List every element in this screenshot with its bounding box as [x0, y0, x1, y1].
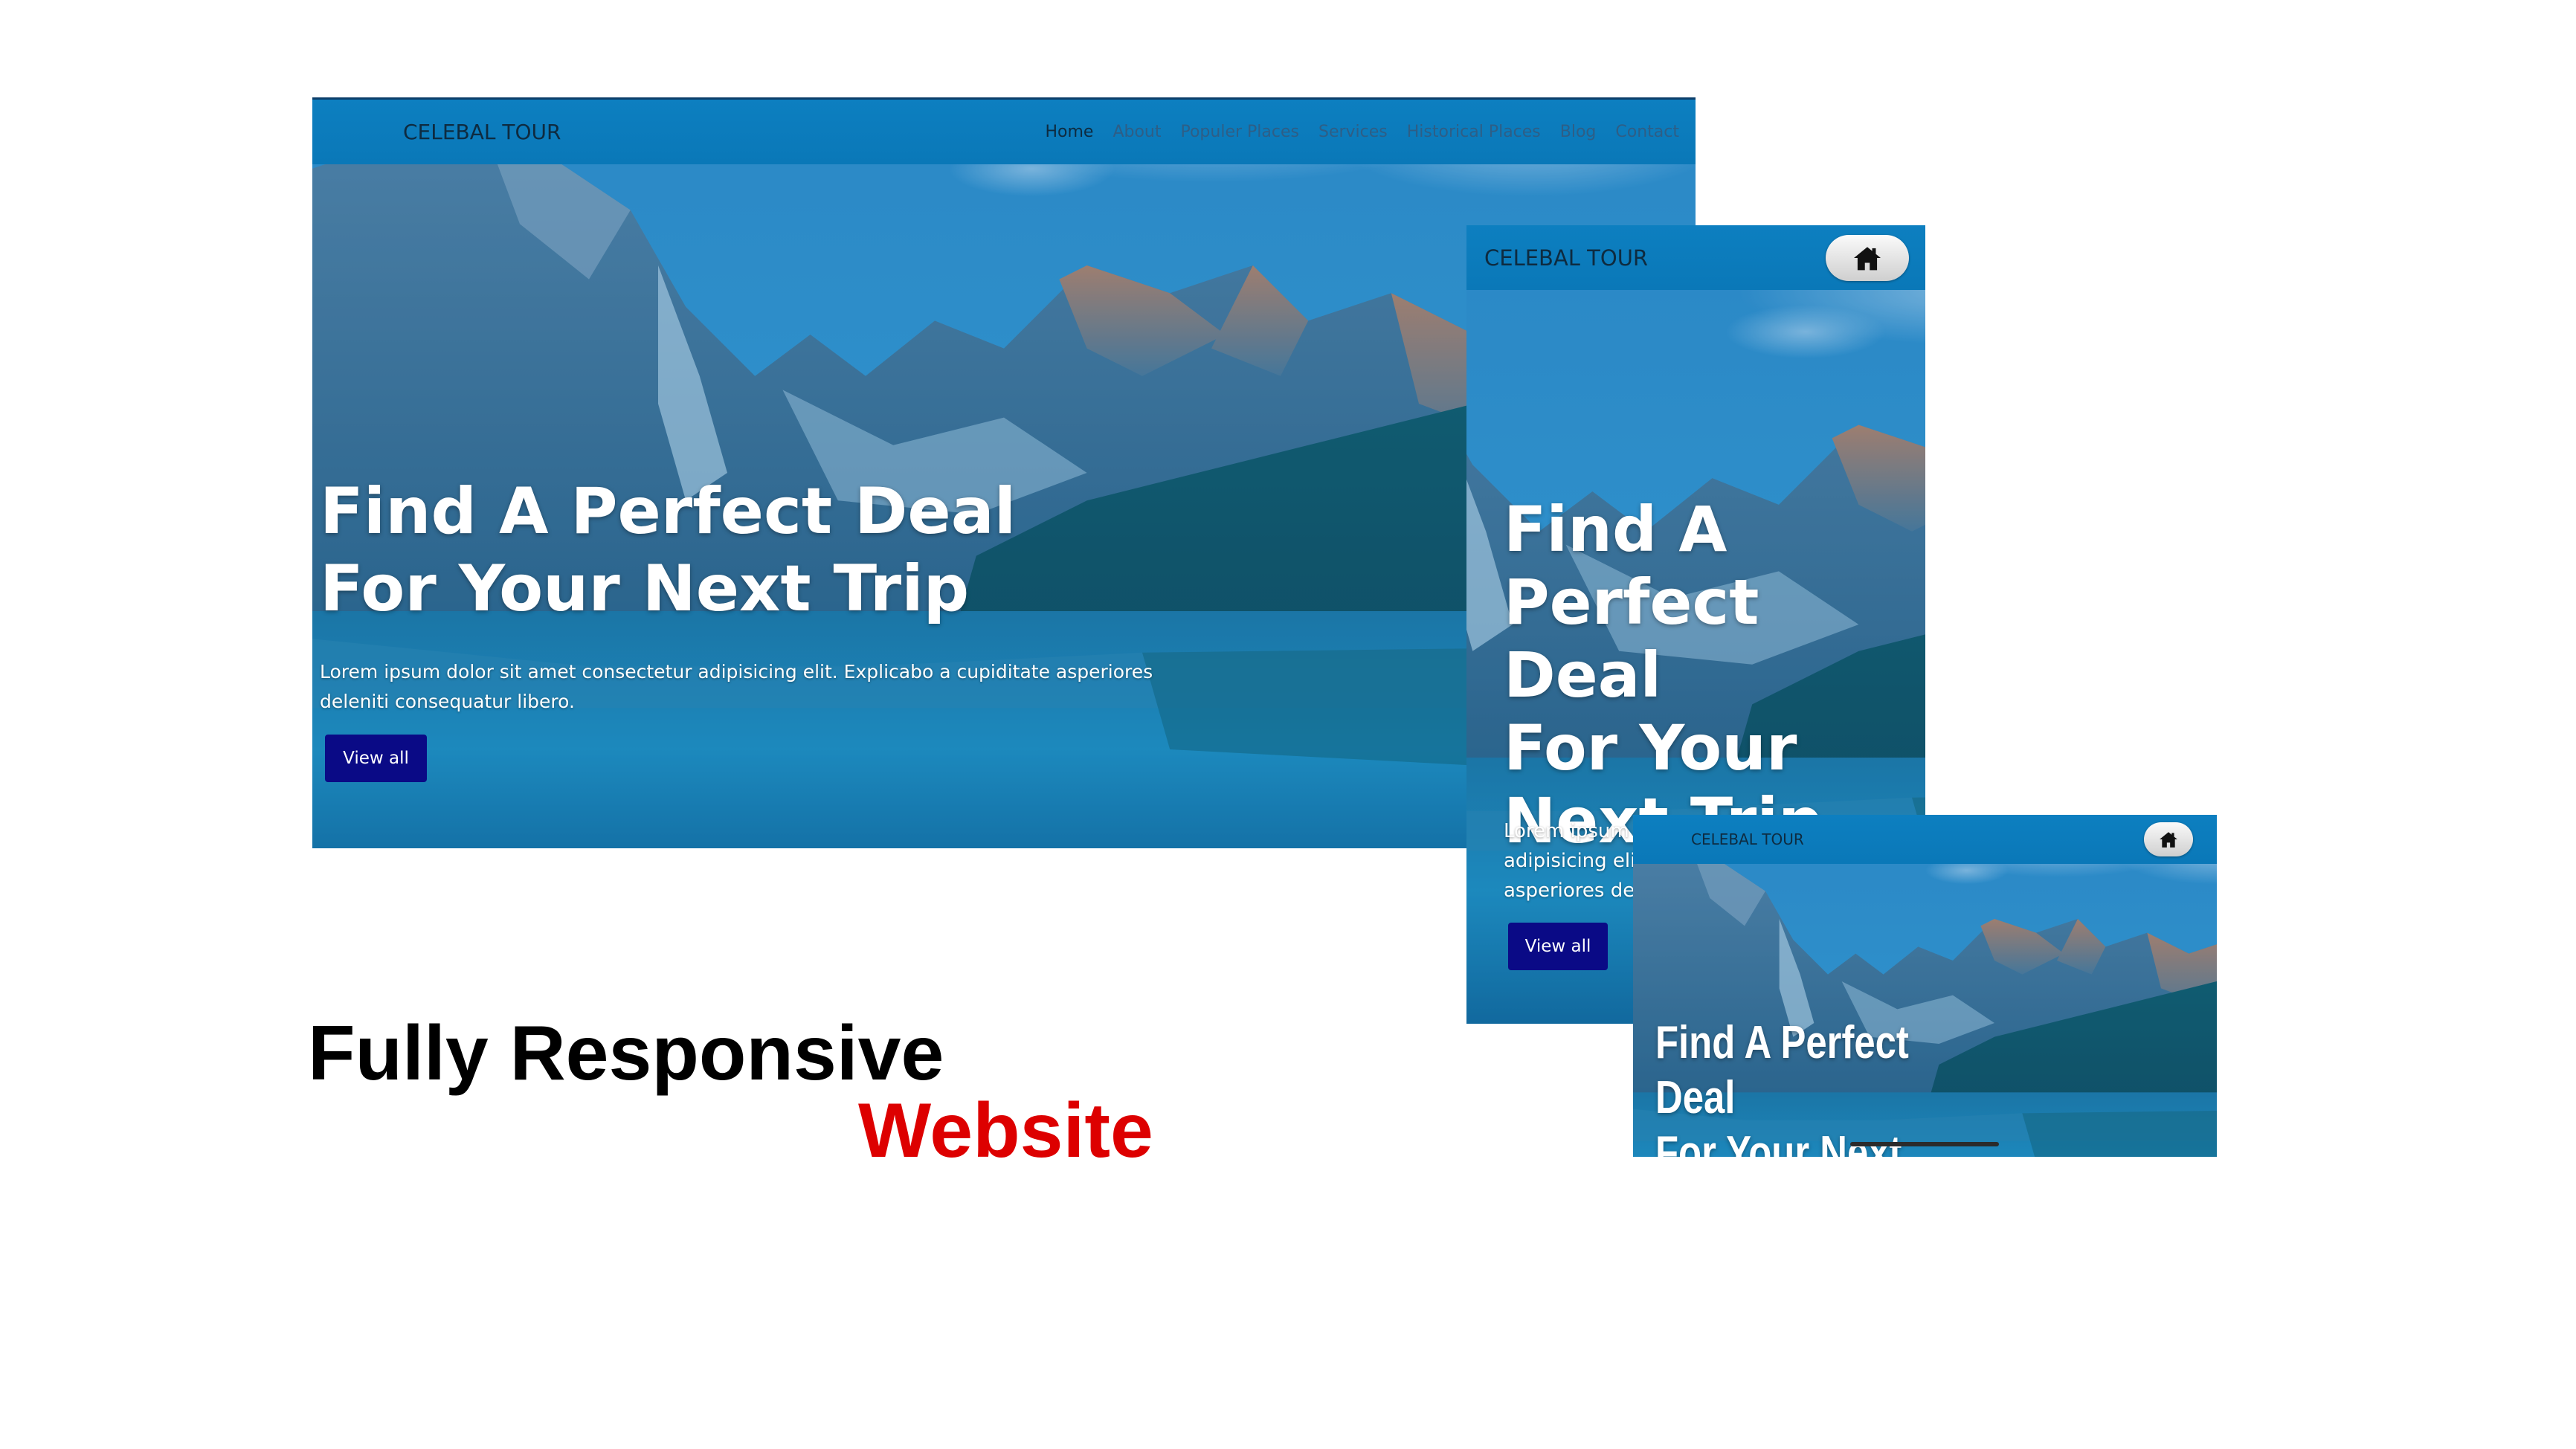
view-all-button[interactable]: View all	[325, 735, 427, 782]
hero-description-line: asperiores dele	[1504, 880, 1652, 902]
view-all-button[interactable]: View all	[1508, 923, 1608, 970]
brand-logo[interactable]: CELEBAL TOUR	[403, 120, 561, 144]
hero-title-line: Deal	[1655, 1072, 1736, 1123]
hero-description-line: Lorem ipsum dolor sit amet consectetur a…	[320, 661, 1153, 682]
caption-line-1: Fully Responsive	[308, 1010, 944, 1097]
hero-title-line: Find A Perfect	[1655, 1017, 1909, 1068]
hero-description-line: Lorem ipsum d	[1504, 820, 1648, 842]
nav-link-contact[interactable]: Contact	[1615, 123, 1679, 141]
navbar: CELEBAL TOUR Home About Populer Places S…	[312, 97, 1696, 164]
hero-description: Lorem ipsum d adipisicing elit. asperior…	[1504, 816, 1652, 906]
brand-logo[interactable]: CELEBAL TOUR	[1691, 830, 1804, 848]
nav-link-blog[interactable]: Blog	[1560, 123, 1597, 141]
nav-links: Home About Populer Places Services Histo…	[1025, 123, 1679, 141]
home-button[interactable]	[2144, 822, 2193, 856]
hero-title: Find A Perfect Deal For Your Next	[1655, 1016, 1909, 1157]
caption-line-2: Website	[858, 1088, 1153, 1174]
home-icon	[1854, 246, 1881, 270]
home-icon	[2160, 832, 2177, 848]
brand-logo[interactable]: CELEBAL TOUR	[1484, 245, 1648, 271]
nav-link-populer-places[interactable]: Populer Places	[1180, 123, 1299, 141]
home-indicator	[1850, 1142, 1999, 1146]
hero-title-line: Find A	[1504, 493, 1727, 566]
nav-link-about[interactable]: About	[1112, 123, 1161, 141]
nav-link-historical-places[interactable]: Historical Places	[1407, 123, 1541, 141]
navbar: CELEBAL TOUR	[1633, 815, 2217, 864]
hero-description: Lorem ipsum dolor sit amet consectetur a…	[320, 657, 1153, 717]
hero-description-line: adipisicing elit.	[1504, 850, 1649, 872]
hero-title: Find A Perfect Deal For Your Next Trip	[320, 473, 1016, 627]
hero-title-line: Perfect Deal	[1504, 566, 1759, 711]
hero-description-line: deleniti consequatur libero.	[320, 691, 575, 712]
hero-title-line: Find A Perfect Deal	[320, 474, 1017, 549]
nav-link-home[interactable]: Home	[1045, 123, 1093, 141]
hero-title-line: For Your Next	[1655, 1127, 1902, 1157]
hero-title-line: For Your	[1504, 711, 1797, 784]
hero-title-line: For Your Next Trip	[320, 552, 970, 626]
nav-link-services[interactable]: Services	[1318, 123, 1388, 141]
home-button[interactable]	[1826, 234, 1909, 281]
hero-title: Find A Perfect Deal For Your Next Trip	[1504, 493, 1925, 857]
navbar: CELEBAL TOUR	[1466, 225, 1925, 290]
mobile-preview: CELEBAL TOUR Find A Perfect Deal For You…	[1633, 815, 2217, 1157]
